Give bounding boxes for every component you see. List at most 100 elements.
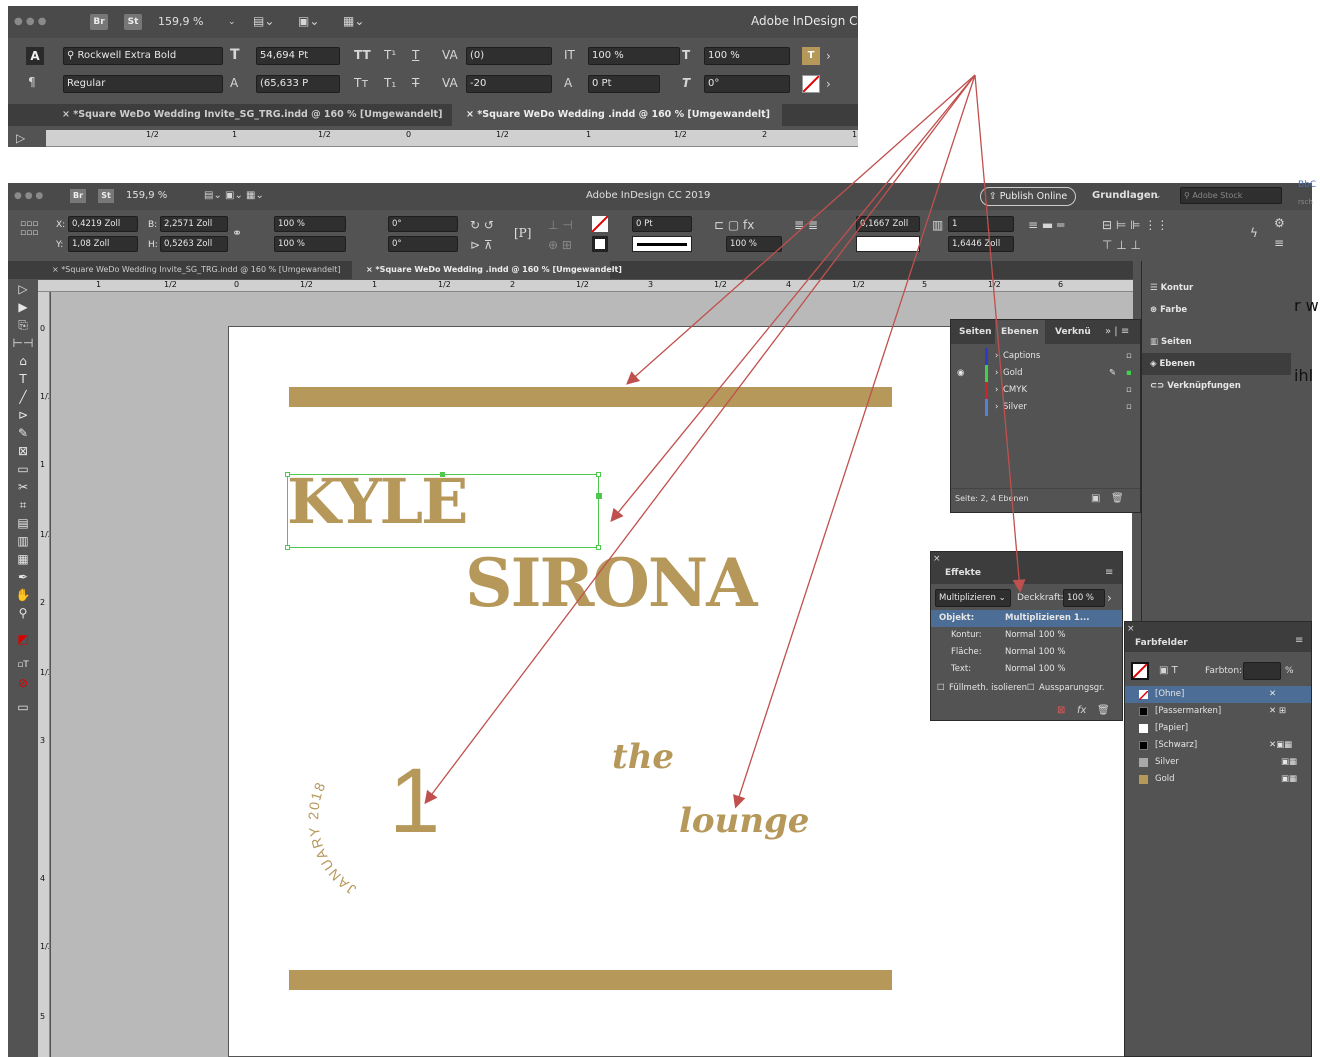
swatch-row-schwarz[interactable]: [Schwarz] ✕▣▦ (1125, 737, 1311, 754)
dock-verknuepfungen[interactable]: ⊂⊃ Verknüpfungen (1142, 375, 1291, 397)
align-panel-icons-2[interactable]: ⊤ ⊥ ⊥ (1102, 238, 1141, 252)
note-tool-icon[interactable]: ▦ (12, 551, 34, 568)
close-icon[interactable]: × (1127, 622, 1135, 636)
font-family-field[interactable]: ⚲ Rockwell Extra Bold (63, 47, 223, 65)
screen-mode-icon[interactable]: ▭ (12, 699, 34, 716)
text-stroke-swatch[interactable] (802, 75, 820, 93)
underline-icon[interactable]: T (412, 48, 419, 62)
panel-menu-icon[interactable]: ≡ (1295, 634, 1303, 648)
chevron-down-icon[interactable]: ⌄ (1154, 189, 1162, 203)
shear-field[interactable]: 0° (388, 236, 458, 252)
stock-search-input[interactable]: ⚲ Adobe Stock (1180, 187, 1282, 204)
tracking-field[interactable]: -20 (466, 75, 552, 93)
selection-frame[interactable] (285, 472, 602, 550)
fill-stroke-swatch[interactable] (1131, 662, 1149, 680)
pencil-tool-icon[interactable]: ✎ (12, 425, 34, 442)
rotate-field[interactable]: 0° (388, 216, 458, 232)
eye-icon[interactable]: ◉ (957, 365, 964, 382)
zoom-chevron-icon[interactable]: ⌄ (228, 15, 236, 29)
bridge-badge[interactable]: Br (90, 14, 108, 30)
layer-row-captions[interactable]: › Captions ▫ (951, 348, 1140, 365)
stroke-none-swatch[interactable] (592, 236, 608, 252)
stroke-style-dropdown[interactable] (632, 236, 692, 252)
type-tool-icon[interactable]: T (12, 371, 34, 388)
rectangle-frame-icon[interactable]: ⊠ (12, 443, 34, 460)
stock-badge[interactable]: St (98, 189, 114, 203)
scissors-icon[interactable]: ✂ (12, 479, 34, 496)
corner-icon[interactable]: ⊏ ▢ fx (714, 218, 754, 232)
workspace-switcher[interactable]: Grundlagen (1092, 190, 1158, 201)
publish-online-button[interactable]: ⇪ Publish Online (980, 187, 1076, 206)
leading-field[interactable]: (65,633 P (256, 75, 340, 93)
font-size-field[interactable]: 54,694 Pt (256, 47, 340, 65)
selection-tool-icon[interactable]: ▷ (16, 131, 25, 145)
more-arrow-icon-2[interactable]: › (826, 77, 831, 91)
dock-ebenen[interactable]: ◈ Ebenen (1142, 353, 1291, 375)
swatch-row-gold[interactable]: Gold ▣▦ (1125, 771, 1311, 788)
handle[interactable] (285, 545, 290, 550)
baseline-shift-field[interactable]: 0 Pt (588, 75, 660, 93)
swatch-row-papier[interactable]: [Papier] (1125, 720, 1311, 737)
text-fill-swatch[interactable]: T (802, 47, 820, 65)
font-style-field[interactable]: Regular (63, 75, 223, 93)
gradient-icon[interactable]: ▤ (12, 515, 34, 532)
selection-tool-icon[interactable]: ▷ (12, 281, 34, 298)
close-icon[interactable]: × (366, 265, 376, 274)
rotate-icon[interactable]: ↻ ↺ (470, 218, 494, 232)
close-icon[interactable]: × (466, 109, 477, 120)
scale-y-field[interactable]: 100 % (274, 236, 346, 252)
effects-opacity-field[interactable]: 100 % (1063, 589, 1105, 607)
stroke-weight-field[interactable]: 0 Pt (632, 216, 692, 232)
fill-none-swatch[interactable] (591, 215, 609, 233)
lightning-icon[interactable]: ϟ (1250, 226, 1258, 240)
all-caps-icon[interactable]: TT (354, 48, 371, 62)
strikethrough-icon[interactable]: T (412, 76, 419, 90)
effects-row-kontur[interactable]: Kontur: Normal 100 % (931, 627, 1122, 644)
flip-icon[interactable]: ⊳ ⊼ (470, 238, 493, 252)
line-tool-icon[interactable]: ╱ (12, 389, 34, 406)
swatch-row-passermarken[interactable]: [Passermarken] ✕ ⊞ (1125, 703, 1311, 720)
close-icon[interactable]: × (933, 552, 941, 566)
tab-seiten[interactable]: Seiten (959, 327, 991, 337)
main-doc-tab-2[interactable]: × *Square WeDo Wedding .indd @ 160 % [Um… (352, 261, 622, 279)
date-arc-text[interactable]: JANUARY 2018 (297, 747, 387, 897)
small-caps-icon[interactable]: Tт (354, 76, 368, 90)
layer-target-icon[interactable]: ▫ (1126, 348, 1132, 365)
distribute-icons[interactable]: ⊕ ⊞ (548, 238, 572, 252)
tab-ebenen[interactable]: Ebenen (995, 320, 1045, 344)
layer-selected-icon[interactable]: ▪ (1126, 365, 1132, 382)
gap-tool-icon[interactable]: ⊢⊣ (12, 335, 34, 352)
opacity-arrow-icon[interactable]: › (1107, 591, 1112, 605)
top-gold-bar[interactable] (289, 387, 892, 407)
swatch-row-ohne[interactable]: [Ohne] ✕ (1125, 686, 1311, 703)
h-field[interactable]: 0,5263 Zoll (160, 236, 228, 252)
horizontal-scale-field[interactable]: 100 % (704, 47, 790, 65)
gutter-field[interactable]: 0,1667 Zoll (856, 216, 920, 232)
fill-stroke-icon[interactable]: ◩ (12, 631, 34, 648)
close-icon[interactable]: × (52, 265, 61, 274)
layer-target-icon[interactable]: ▫ (1126, 382, 1132, 399)
scale-x-field[interactable]: 100 % (274, 216, 346, 232)
hand-tool-icon[interactable]: ✋ (12, 587, 34, 604)
text-wrap-icons[interactable]: ≣ ≣ (794, 218, 818, 232)
align-icons[interactable]: ⊥ ⊣ (548, 218, 573, 232)
panel-menu-icon[interactable]: » | ≡ (1105, 325, 1129, 339)
x-field[interactable]: 0,4219 Zoll (68, 216, 138, 232)
columns-field[interactable]: 1 (948, 216, 1014, 232)
handle[interactable] (596, 472, 601, 477)
view-options-icon[interactable]: ▤⌄ ▣⌄ ▦⌄ (204, 189, 264, 203)
tab-verknuepfungen[interactable]: Verknü (1055, 327, 1091, 337)
effects-row-objekt[interactable]: Objekt: Multiplizieren 1... (931, 610, 1122, 627)
arrange-icon[interactable]: ▦⌄ (343, 14, 364, 28)
window-dots-icon[interactable]: ● ● ● (14, 189, 43, 203)
gear-icon[interactable]: ⚙ (1274, 216, 1285, 230)
dock-seiten[interactable]: ▥ Seiten (1142, 331, 1291, 353)
panel-menu-icon[interactable]: ≡ (1105, 566, 1113, 580)
text-lounge[interactable]: lounge (679, 801, 809, 841)
apply-none-icon[interactable]: ⊘ (12, 675, 34, 692)
chevron-right-icon[interactable]: › (995, 348, 998, 365)
text-the[interactable]: the (612, 737, 674, 777)
dock-kontur[interactable]: ☰ Kontur (1142, 277, 1291, 299)
date-number[interactable]: 1 (389, 751, 440, 851)
fx-icon[interactable]: fx (1077, 704, 1086, 718)
